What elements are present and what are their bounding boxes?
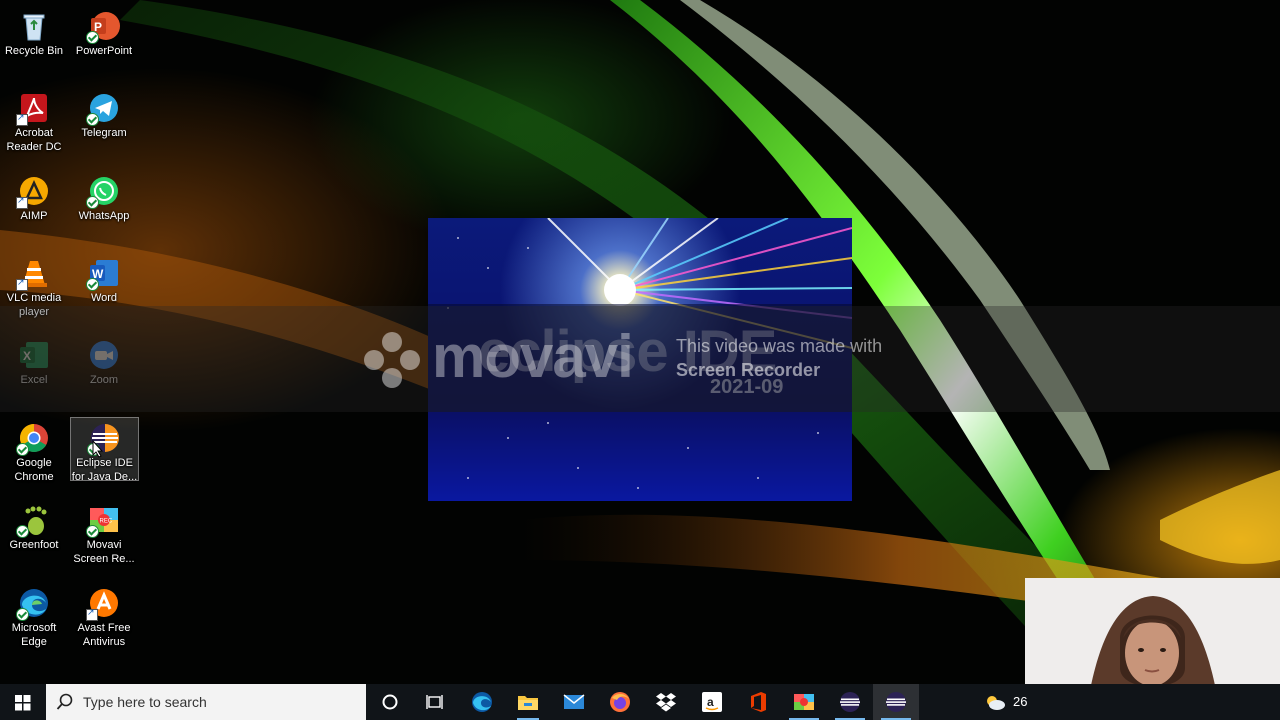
desktop-icon-label: AIMP <box>20 210 48 222</box>
taskbar-edge[interactable] <box>459 684 505 720</box>
shortcut-arrow-icon <box>16 112 28 126</box>
desktop-icon-eclipse[interactable]: Eclipse IDE for Java De... <box>70 417 139 483</box>
whatsapp-icon <box>86 175 120 209</box>
amazon-icon: a <box>702 692 722 712</box>
search-placeholder: Type here to search <box>83 694 207 710</box>
desktop-icon-label: Recycle Bin <box>4 45 64 57</box>
sync-check-icon <box>86 278 99 291</box>
windows-logo-icon <box>15 695 31 711</box>
cortana-icon <box>382 694 398 710</box>
desktop-icon-label: Telegram <box>81 127 127 139</box>
taskbar-mail[interactable] <box>551 684 597 720</box>
eclipse-icon <box>840 692 860 712</box>
desktop-icon-recycle-bin[interactable]: Recycle Bin <box>0 4 68 74</box>
taskbar-movavi[interactable] <box>781 684 827 720</box>
avast-icon <box>86 587 120 621</box>
taskbar: Type here to search a 26 <box>0 684 1280 720</box>
desktop-icon-movavi[interactable]: REC Movavi Screen Re... <box>70 498 138 568</box>
desktop-icon-label: Eclipse IDE for Java De... <box>71 457 138 483</box>
shortcut-arrow-icon <box>16 195 28 209</box>
desktop-icon-greenfoot[interactable]: Greenfoot <box>0 498 68 568</box>
watermark-caption: This video was made with Screen Recorder <box>676 334 936 382</box>
movavi-icon <box>794 694 814 710</box>
chrome-icon <box>16 422 50 456</box>
office-icon <box>751 692 766 712</box>
desktop-icon-label: Google Chrome <box>14 457 54 483</box>
desktop-icon-powerpoint[interactable]: P PowerPoint <box>70 4 138 74</box>
weather-temperature[interactable]: 26 <box>1013 694 1027 709</box>
telegram-icon <box>86 92 120 126</box>
desktop-icon-label: Greenfoot <box>9 539 59 551</box>
recycle-bin-icon <box>18 10 50 42</box>
taskbar-eclipse-running[interactable] <box>873 684 919 720</box>
sync-check-icon <box>16 525 29 538</box>
word-icon: W <box>86 257 120 291</box>
desktop-icon-acrobat-reader[interactable]: Acrobat Reader DC <box>0 86 68 166</box>
desktop-icon-label: Microsoft Edge <box>11 622 57 648</box>
weather-icon[interactable] <box>984 693 1006 716</box>
acrobat-reader-icon <box>16 92 50 126</box>
watermark-line-1: This video was made with <box>676 336 883 356</box>
shortcut-arrow-icon <box>16 277 28 291</box>
watermark-line-2: Screen Recorder <box>676 360 821 380</box>
powerpoint-icon: P <box>86 10 120 44</box>
desktop-icon-whatsapp[interactable]: WhatsApp <box>70 169 138 239</box>
aimp-icon <box>16 175 50 209</box>
taskbar-office[interactable] <box>735 684 781 720</box>
taskbar-eclipse[interactable] <box>827 684 873 720</box>
desktop-icon-label: Acrobat Reader DC <box>6 127 62 153</box>
sync-check-icon <box>86 31 99 44</box>
shortcut-arrow-icon <box>86 607 98 621</box>
taskbar-search-box[interactable]: Type here to search <box>46 684 366 720</box>
desktop-icon-label: Word <box>90 292 118 304</box>
taskbar-file-explorer[interactable] <box>505 684 551 720</box>
svg-text:REC: REC <box>100 519 113 525</box>
taskbar-dropbox[interactable] <box>643 684 689 720</box>
mail-icon <box>563 694 585 709</box>
sync-check-icon <box>16 443 29 456</box>
sync-check-icon <box>16 608 29 621</box>
watermark-band <box>0 306 1280 412</box>
movavi-icon: REC <box>86 504 120 538</box>
desktop-icon-aimp[interactable]: AIMP <box>0 169 68 239</box>
desktop-icon-avast[interactable]: Avast Free Antivirus <box>70 581 138 651</box>
mouse-cursor-icon <box>92 439 104 463</box>
watermark-brand: movavi <box>432 323 634 390</box>
cortana-button[interactable] <box>367 684 413 720</box>
edge-icon <box>16 587 50 621</box>
taskbar-amazon[interactable]: a <box>689 684 735 720</box>
vlc-icon <box>16 257 50 291</box>
desktop-icon-label: Avast Free Antivirus <box>77 622 131 648</box>
search-icon <box>56 693 73 710</box>
taskbar-firefox[interactable] <box>597 684 643 720</box>
desktop-icon-telegram[interactable]: Telegram <box>70 86 138 156</box>
desktop-icon-label: WhatsApp <box>78 210 130 222</box>
movavi-logo-icon <box>362 330 422 390</box>
sync-check-icon <box>86 525 99 538</box>
desktop-icon-edge[interactable]: Microsoft Edge <box>0 581 68 651</box>
task-view-button[interactable] <box>413 684 459 720</box>
file-explorer-icon <box>518 696 538 710</box>
eclipse-icon <box>886 692 906 712</box>
greenfoot-icon <box>16 504 50 538</box>
task-view-icon <box>426 695 443 709</box>
dropbox-icon <box>656 693 676 712</box>
firefox-icon <box>610 692 630 712</box>
sync-check-icon <box>86 196 99 209</box>
svg-text:a: a <box>707 695 714 709</box>
desktop-icon-label: Movavi Screen Re... <box>73 539 135 565</box>
edge-icon <box>472 692 492 712</box>
desktop-icon-chrome[interactable]: Google Chrome <box>0 416 68 486</box>
desktop-icon-label: PowerPoint <box>75 45 133 57</box>
sync-check-icon <box>86 113 99 126</box>
start-button[interactable] <box>0 684 46 720</box>
